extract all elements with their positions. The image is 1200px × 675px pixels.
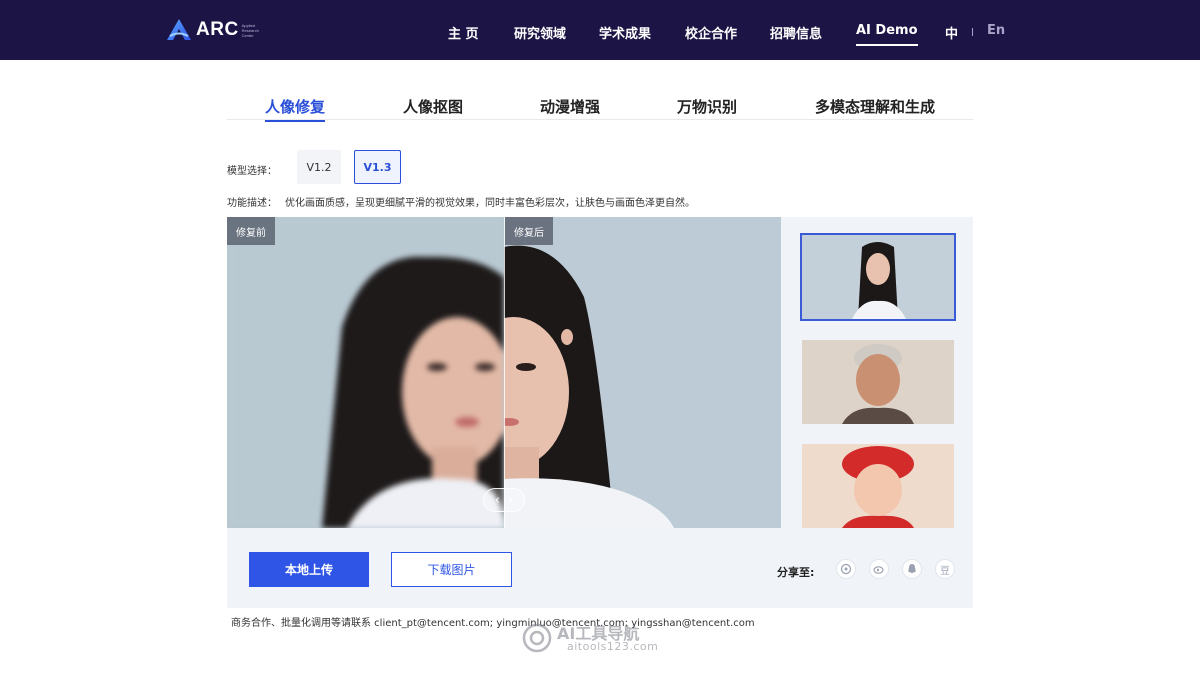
baby-portrait-image <box>802 444 954 528</box>
share-label: 分享至: <box>777 566 815 579</box>
top-header: ARC Applied Research Center 主 页 研究领域 学术成… <box>0 0 1200 60</box>
description-text: 优化画面质感，呈现更细腻平滑的视觉效果，同时丰富色彩层次，让肤色与画面色泽更自然… <box>285 198 695 209</box>
upload-button[interactable]: 本地上传 <box>249 552 369 587</box>
lang-en[interactable]: En <box>987 23 1005 38</box>
before-image <box>227 217 504 528</box>
sample-thumb-woman[interactable] <box>800 233 956 321</box>
model-v13-button[interactable]: V1.3 <box>354 150 401 184</box>
nav-cooperation[interactable]: 校企合作 <box>685 23 737 42</box>
nav-ai-demo[interactable]: AI Demo <box>856 23 918 46</box>
sample-thumb-old-man[interactable] <box>802 340 954 424</box>
watermark: AI工具导航 aitools123.com <box>521 620 691 656</box>
sample-thumb-baby[interactable] <box>802 444 954 528</box>
tab-object-recognition[interactable]: 万物识别 <box>677 96 737 117</box>
nav-publications[interactable]: 学术成果 <box>599 23 651 42</box>
qq-icon[interactable] <box>902 559 922 579</box>
demo-tabs: 人像修复 人像抠图 动漫增强 万物识别 多模态理解和生成 <box>227 96 973 122</box>
comparison-viewer[interactable]: 修复前 修复后 ‹ › <box>227 217 781 528</box>
compare-divider <box>504 217 505 528</box>
chevron-right-icon: › <box>508 492 514 508</box>
after-image <box>504 217 781 528</box>
tab-portrait-matting[interactable]: 人像抠图 <box>403 96 463 117</box>
weibo-icon[interactable] <box>869 559 889 579</box>
lang-divider <box>972 28 973 36</box>
watermark-url: aitools123.com <box>567 640 659 653</box>
description-label: 功能描述： <box>227 198 277 209</box>
chevron-left-icon: ‹ <box>494 492 500 508</box>
tab-anime-enhance[interactable]: 动漫增强 <box>540 96 600 117</box>
after-tag: 修复后 <box>505 217 553 245</box>
watermark-logo-icon <box>522 623 552 653</box>
model-select-label: 模型选择： <box>227 166 277 177</box>
compare-slider-handle[interactable]: ‹ › <box>483 488 525 512</box>
wechat-moments-icon[interactable] <box>836 559 856 579</box>
nav-careers[interactable]: 招聘信息 <box>770 23 822 42</box>
nav-home[interactable]: 主 页 <box>448 23 479 42</box>
woman-portrait-image <box>802 235 954 319</box>
main-nav: 主 页 研究领域 学术成果 校企合作 招聘信息 AI Demo 中 En <box>0 0 1200 60</box>
nav-research[interactable]: 研究领域 <box>514 23 566 42</box>
tab-multimodal[interactable]: 多模态理解和生成 <box>815 96 935 117</box>
tab-portrait-restore[interactable]: 人像修复 <box>265 96 326 122</box>
lang-zh[interactable]: 中 <box>945 23 958 42</box>
old-man-portrait-image <box>802 340 954 424</box>
download-button[interactable]: 下载图片 <box>391 552 512 587</box>
before-tag: 修复前 <box>227 217 275 245</box>
model-v12-button[interactable]: V1.2 <box>297 150 341 184</box>
douban-icon[interactable]: 豆 <box>935 559 955 579</box>
